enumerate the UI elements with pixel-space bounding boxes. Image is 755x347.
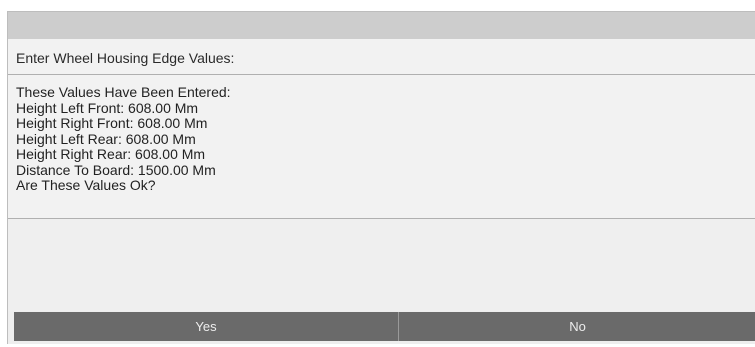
message-heading: These Values Have Been Entered: [16,84,231,100]
value-height-right-front: Height Right Front: 608.00 Mm [16,115,208,131]
value-height-right-rear: Height Right Rear: 608.00 Mm [16,146,206,162]
dialog-window: Enter Wheel Housing Edge Values: These V… [7,11,755,344]
title-bar [8,12,755,39]
prompt-text: Enter Wheel Housing Edge Values: [8,39,755,75]
message-panel: These Values Have Been Entered: Height L… [8,75,755,219]
value-height-left-rear: Height Left Rear: 608.00 Mm [16,130,196,147]
confirmation-question: Are These Values Ok? [16,177,156,193]
value-distance-to-board: Distance To Board: 1500.00 Mm [16,161,216,178]
button-bar: Yes No [14,312,755,341]
value-height-left-front: Height Left Front: 608.00 Mm [16,99,199,116]
no-button[interactable]: No [399,312,755,341]
yes-button[interactable]: Yes [14,312,399,341]
empty-area [8,219,755,311]
